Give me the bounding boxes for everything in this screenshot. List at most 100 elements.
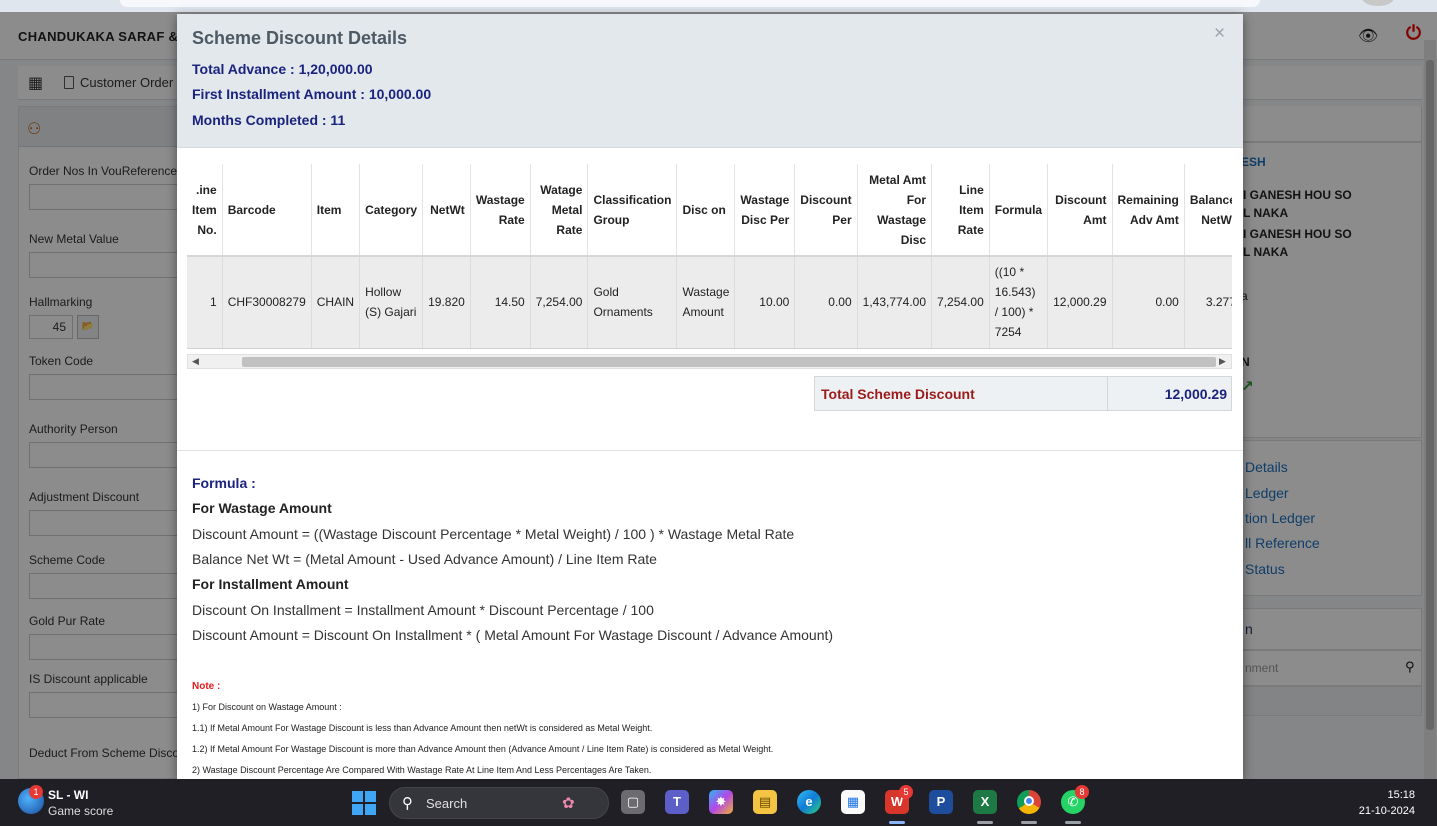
column-header[interactable]: Item — [311, 164, 361, 257]
table-cell: 19.820 — [422, 256, 471, 349]
modal-title: Scheme Discount Details — [192, 28, 408, 48]
column-header[interactable]: Classification Group — [587, 164, 678, 257]
field-order-nos: Order Nos In VouReference — [29, 164, 189, 210]
column-header[interactable]: Discount Amt — [1047, 164, 1113, 257]
taskbar-search[interactable]: ⚲ Search ✿ — [389, 787, 609, 819]
wastage-formula-line: Balance Net Wt = (Metal Amount - Used Ad… — [192, 551, 657, 567]
field-deduct-from-scheme: Deduct From Scheme Disco — [29, 746, 180, 760]
column-header[interactable]: Remaining Adv Amt — [1112, 164, 1185, 257]
breadcrumb[interactable]: Customer Order S — [80, 75, 185, 90]
quick-links-block: Details Ledger tion Ledger ll Reference … — [1240, 440, 1422, 596]
column-header[interactable]: Wastage Disc Per — [734, 164, 796, 257]
token-code-input[interactable] — [29, 374, 189, 400]
field-token-code: Token Code — [29, 354, 189, 400]
column-header[interactable]: Barcode — [222, 164, 312, 257]
is-discount-applicable-input[interactable] — [29, 692, 189, 718]
link-details[interactable]: Details — [1245, 459, 1288, 475]
excel-icon[interactable]: X — [973, 790, 997, 814]
column-header[interactable]: Wastage Rate — [470, 164, 531, 257]
link-ledger[interactable]: Ledger — [1245, 485, 1289, 501]
scroll-right-icon[interactable]: ▶ — [1219, 356, 1226, 367]
table-cell: 3.277 — [1184, 256, 1232, 349]
gold-pur-rate-input[interactable] — [29, 634, 189, 660]
chrome-icon[interactable] — [1017, 790, 1041, 814]
address-bar[interactable] — [120, 0, 1260, 7]
clock-date[interactable]: 21-10-2024 — [1340, 805, 1415, 817]
column-header[interactable]: .ine Item No. — [187, 164, 223, 257]
power-icon[interactable]: ⏻ — [1406, 23, 1421, 45]
comment-section-head: n — [1240, 608, 1422, 650]
table-cell: 1 — [187, 256, 223, 349]
scheme-discount-modal: Scheme Discount Details × Total Advance … — [177, 14, 1243, 779]
file-explorer-icon[interactable]: ▤ — [753, 790, 777, 814]
wastage-formula-line: Discount Amount = ((Wastage Discount Per… — [192, 526, 795, 542]
link-option-ledger[interactable]: tion Ledger — [1245, 510, 1315, 526]
column-header[interactable]: Disc on — [676, 164, 736, 257]
eye-slash-icon[interactable]: 👁 — [1358, 26, 1378, 46]
discount-table-container[interactable]: .ine Item No. Barcode Item Category NetWt Was… — [187, 164, 1232, 350]
hallmarking-input[interactable]: 45 — [29, 315, 73, 339]
table-cell: 7,254.00 — [530, 256, 589, 349]
adjustment-discount-input[interactable] — [29, 510, 189, 536]
folder-open-icon[interactable]: 📂 — [77, 315, 99, 339]
left-form-panel: ⚇ Order Nos In VouReference New Metal Va… — [18, 106, 189, 779]
apps-grid-icon[interactable]: ▦ — [28, 73, 43, 93]
column-header[interactable]: Discount Per — [794, 164, 858, 257]
table-horizontal-scrollbar[interactable]: ◀ ▶ — [187, 354, 1232, 369]
table-cell: 10.00 — [734, 256, 796, 349]
field-is-discount-applicable: IS Discount applicable — [29, 672, 189, 718]
task-view-icon[interactable]: ▢ — [621, 790, 645, 814]
months-completed: Months Completed : 11 — [192, 112, 346, 128]
total-advance: Total Advance : 1,20,000.00 — [192, 61, 373, 77]
scrollbar-thumb[interactable] — [242, 357, 1216, 367]
note-line: 1.2) If Metal Amount For Wastage Discoun… — [192, 744, 774, 754]
clock-time[interactable]: 15:18 — [1355, 789, 1415, 801]
edge-icon[interactable]: e — [797, 790, 821, 814]
table-cell: 14.50 — [470, 256, 531, 349]
new-metal-value-input[interactable]: 1 — [29, 252, 189, 278]
table-header-row: .ine Item No. Barcode Item Category NetWt Was… — [187, 164, 1232, 257]
scheme-discount-table: .ine Item No. Barcode Item Category NetWt Was… — [187, 164, 1232, 349]
column-header[interactable]: Line Item Rate — [931, 164, 990, 257]
search-icon[interactable]: ⚲ — [1405, 659, 1415, 675]
column-header[interactable]: NetWt — [422, 164, 471, 257]
link-bill-reference[interactable]: ll Reference — [1245, 535, 1320, 551]
divider — [177, 450, 1243, 451]
table-cell: 12,000.29 — [1047, 256, 1113, 349]
browser-top-strip — [0, 0, 1437, 12]
installment-formula-line: Discount Amount = Discount On Installmen… — [192, 627, 834, 643]
search-icon: ⚲ — [402, 795, 413, 812]
total-scheme-discount-box: Total Scheme Discount 12,000.29 — [814, 376, 1232, 411]
authority-person-input[interactable] — [29, 442, 189, 468]
total-scheme-discount-value: 12,000.29 — [1164, 386, 1227, 402]
windows-start-icon[interactable] — [352, 791, 376, 815]
copilot-icon[interactable]: ✸ — [709, 790, 733, 814]
note-line: 1.1) If Metal Amount For Wastage Discoun… — [192, 723, 653, 733]
table-cell: CHAIN — [311, 256, 361, 349]
column-header[interactable]: Formula — [989, 164, 1049, 257]
table-cell: Gold Ornaments — [587, 256, 678, 349]
document-icon — [64, 76, 74, 89]
close-icon[interactable]: × — [1214, 23, 1225, 45]
scroll-left-icon[interactable]: ◀ — [192, 356, 199, 367]
first-installment-amount: First Installment Amount : 10,000.00 — [192, 86, 432, 102]
widget-title[interactable]: SL - WI — [48, 788, 88, 802]
column-header[interactable]: Category — [359, 164, 424, 257]
column-header[interactable]: Watage Metal Rate — [530, 164, 589, 257]
order-nos-input[interactable] — [29, 184, 189, 210]
store-icon[interactable]: ▦ — [841, 790, 865, 814]
table-cell: 1,43,774.00 — [857, 256, 933, 349]
teams-icon[interactable]: T — [665, 790, 689, 814]
page-scrollbar[interactable] — [1424, 40, 1436, 791]
widget-subtitle[interactable]: Game score — [48, 804, 113, 818]
customer-info-block: ESH I GANESH HOU SO L NAKA I GANESH HOU … — [1240, 142, 1422, 438]
scheme-code-input[interactable] — [29, 573, 189, 599]
link-status[interactable]: Status — [1245, 561, 1285, 577]
column-header[interactable]: Metal Amt For Wastage Disc — [857, 164, 933, 257]
profile-avatar[interactable] — [1362, 0, 1394, 6]
table-row[interactable]: 1 CHF30008279 CHAIN Hollow (S) Gajari 19.820… — [187, 256, 1232, 349]
comment-search[interactable]: nment ⚲ — [1240, 650, 1422, 686]
column-header[interactable]: Balance NetWt — [1184, 164, 1232, 257]
installment-formula-line: Discount On Installment = Installment Am… — [192, 602, 654, 618]
p-app-icon[interactable]: P — [929, 790, 953, 814]
